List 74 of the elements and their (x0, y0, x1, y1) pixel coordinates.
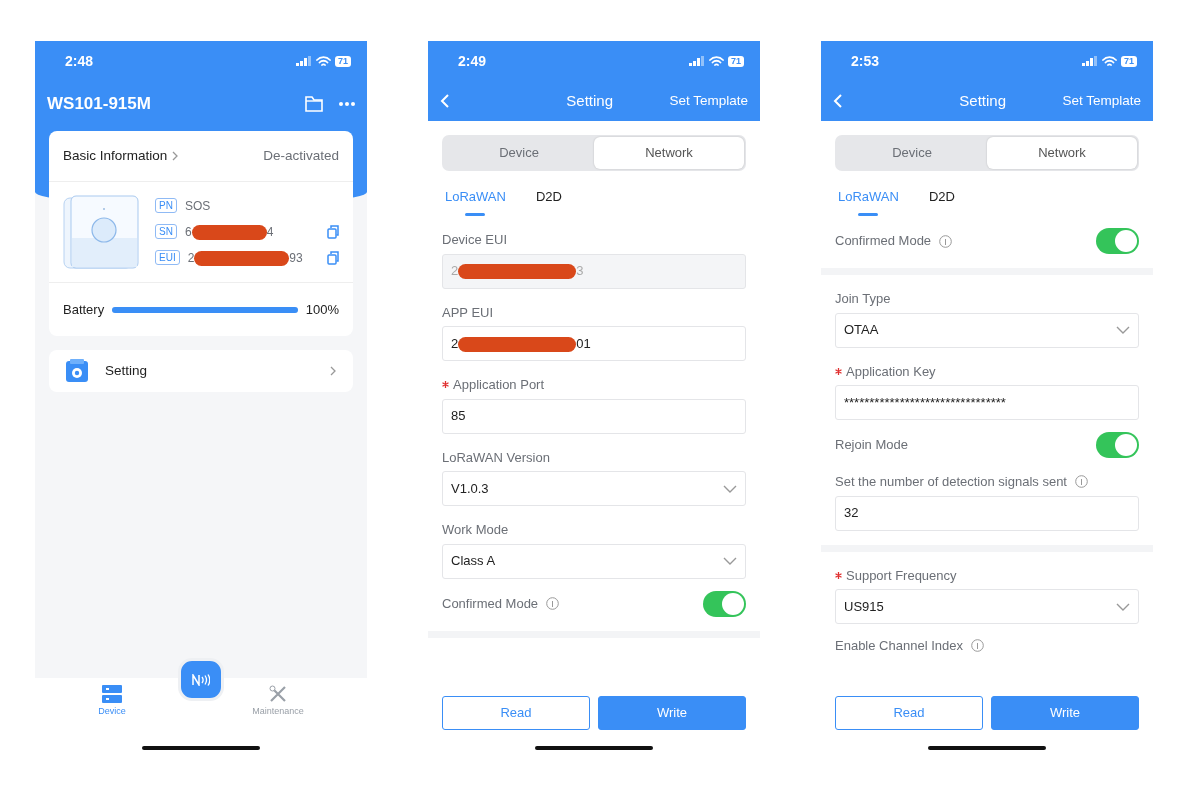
field-value: 2 93 (187, 249, 303, 267)
status-time: 2:49 (458, 51, 487, 71)
field-tag: SN (155, 224, 177, 240)
field-label: Application Port (453, 376, 545, 394)
protocol-tab[interactable]: D2D (925, 178, 958, 216)
toggle-switch[interactable] (1096, 228, 1139, 254)
nfc-button[interactable] (178, 658, 224, 701)
battery-indicator: 71 (1121, 55, 1137, 67)
battery-indicator: 71 (728, 55, 744, 67)
segment-tab[interactable]: Network (594, 137, 744, 169)
input-field[interactable]: 2 01 (442, 326, 746, 361)
activation-status: De-activated (263, 146, 339, 165)
status-time: 2:53 (851, 51, 880, 71)
input-field[interactable]: 85 (442, 398, 746, 434)
field-label: Rejoin Mode (835, 436, 908, 455)
dropdown-field[interactable]: US915 (835, 589, 1139, 624)
segment-tab[interactable]: Device (444, 137, 594, 169)
chevron-down-icon (1116, 326, 1130, 334)
copy-icon[interactable] (327, 224, 339, 239)
battery-reading: 100% (305, 300, 339, 319)
field-label: APP EUI (442, 303, 494, 322)
battery-label: Battery (63, 300, 105, 319)
input-field[interactable]: 32 (835, 495, 1139, 531)
setting-menu-item[interactable]: Setting (49, 350, 353, 393)
back-icon[interactable] (833, 94, 843, 108)
segment-tab[interactable]: Device (837, 137, 987, 169)
signal-icon (1082, 56, 1098, 66)
folder-icon[interactable] (305, 95, 323, 112)
field-label: Application Key (846, 362, 936, 381)
field-value: SOS (185, 197, 211, 215)
field-label: Enable Channel Index (835, 637, 963, 655)
chevron-down-icon (1116, 602, 1130, 611)
field-label: Device EUI (442, 231, 508, 249)
server-icon (102, 685, 122, 703)
chevron-down-icon (723, 557, 737, 565)
toggle-switch[interactable] (703, 590, 746, 617)
copy-icon[interactable] (327, 250, 339, 265)
chevron-right-icon (329, 366, 337, 377)
basic-information-link[interactable]: Basic Information (63, 145, 180, 166)
field-label: Support Frequency (846, 566, 957, 585)
dropdown-field[interactable]: OTAA (835, 312, 1139, 348)
input-field[interactable]: ******************************** (835, 385, 1139, 420)
device-title: WS101-915M (47, 93, 151, 115)
dropdown-field[interactable]: Class A (442, 543, 746, 579)
field-label: Confirmed Mode (442, 594, 539, 613)
screen-title: Setting (565, 90, 615, 111)
gear-icon (65, 359, 89, 384)
status-time: 2:48 (65, 51, 94, 71)
nfc-icon (192, 673, 210, 686)
dropdown-field[interactable]: V1.0.3 (442, 471, 746, 506)
back-icon[interactable] (440, 94, 450, 108)
field-tag: PN (155, 198, 177, 214)
field-label: Confirmed Mode (835, 232, 932, 251)
screen-title: Setting (958, 90, 1008, 111)
more-icon[interactable] (339, 101, 355, 106)
wifi-icon (709, 55, 724, 67)
protocol-tab[interactable]: D2D (532, 178, 565, 216)
chevron-right-icon (171, 150, 180, 161)
tab-bar-item[interactable]: Device (92, 684, 132, 720)
field-value: 6 4 (185, 223, 274, 241)
signal-icon (296, 56, 312, 66)
tools-icon (269, 685, 287, 703)
signal-icon (689, 56, 705, 66)
field-tag: EUI (155, 250, 180, 266)
wifi-icon (316, 55, 331, 67)
segment-tab[interactable]: Network (987, 137, 1137, 169)
toggle-switch[interactable] (1096, 432, 1139, 458)
field-label: LoRaWAN Version (442, 448, 550, 467)
wifi-icon (1102, 55, 1117, 67)
chevron-down-icon (723, 484, 737, 493)
field-label: Set the number of detection signals sent (835, 473, 1067, 491)
field-label: Join Type (835, 290, 891, 308)
battery-indicator: 71 (335, 55, 351, 67)
field-label: Work Mode (442, 521, 509, 539)
